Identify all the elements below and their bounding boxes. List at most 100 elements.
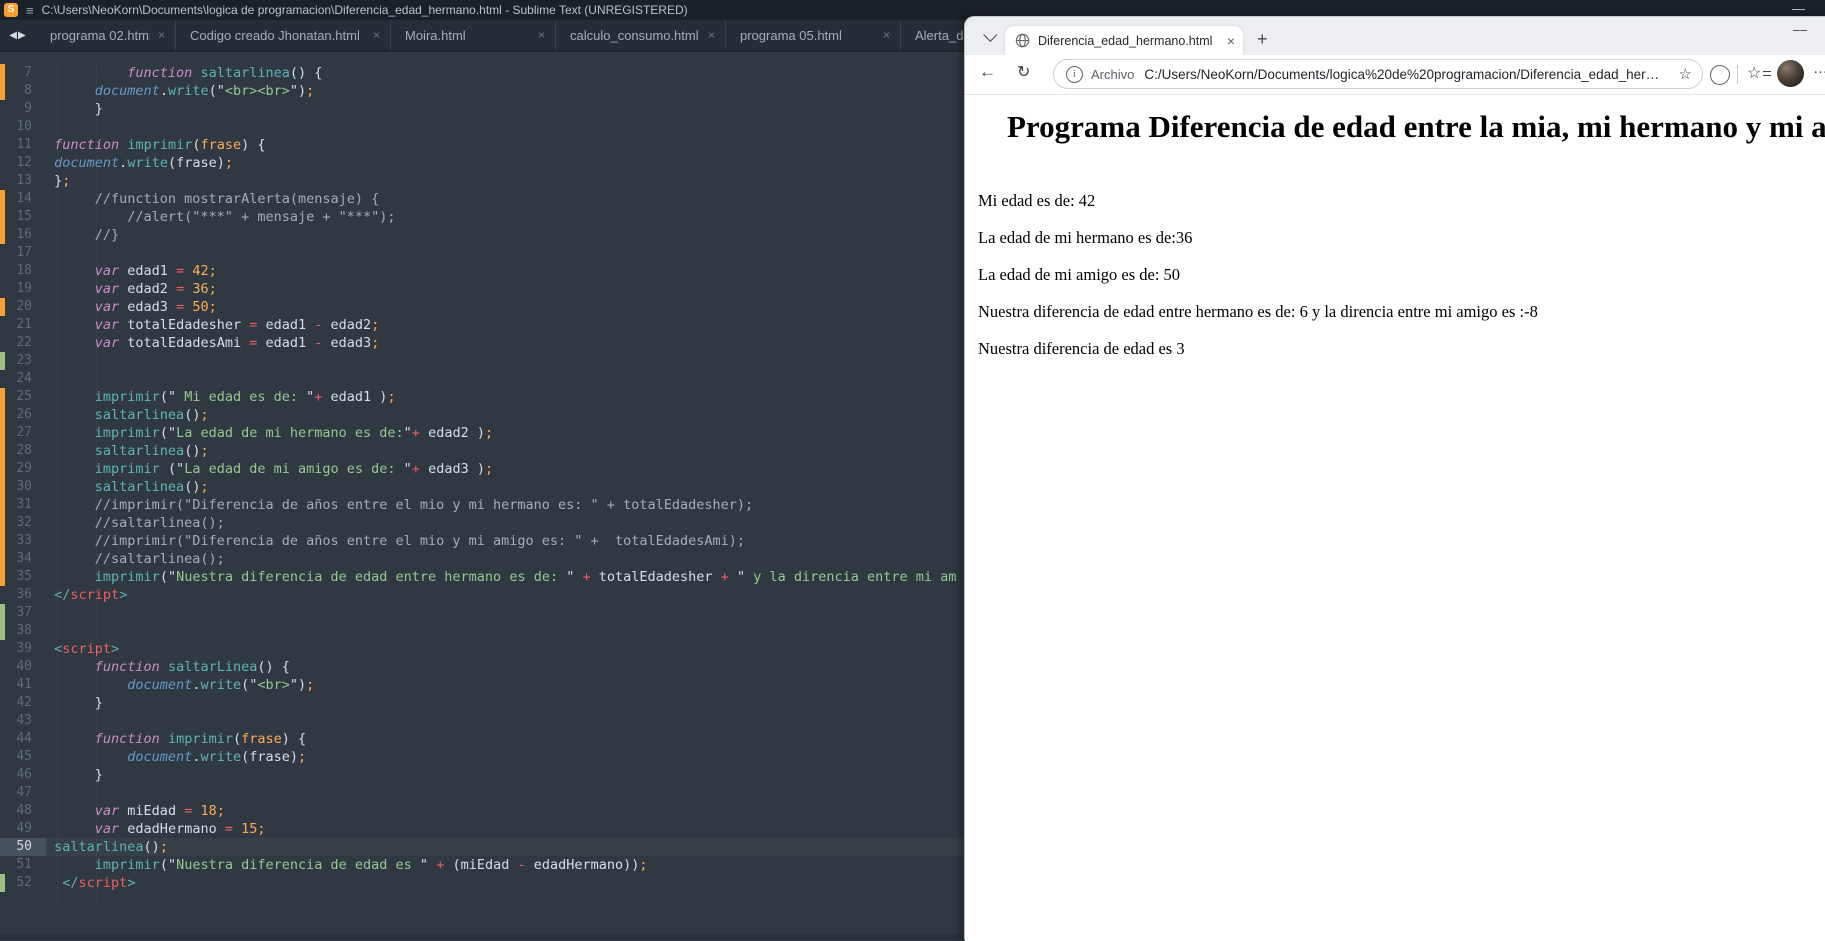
line-number: 12 [16, 155, 32, 170]
line-number: 14 [16, 191, 32, 206]
tab-close-icon[interactable]: × [883, 28, 890, 42]
tab-close-icon[interactable]: × [708, 28, 715, 42]
sublime-tab-label: Alerta_dif [915, 27, 970, 43]
sublime-tab-label: Moira.html [405, 27, 466, 43]
tab-search-button[interactable] [979, 25, 1003, 49]
address-url[interactable]: C:/Users/NeoKorn/Documents/logica%20de%2… [1144, 67, 1670, 82]
diff-modified-marker [0, 550, 5, 568]
output-paragraph: Nuestra diferencia de edad entre hermano… [978, 302, 1538, 321]
line-number: 48 [16, 803, 32, 818]
address-bar[interactable]: i Archivo C:/Users/NeoKorn/Documents/log… [1053, 59, 1703, 89]
tab-close-icon[interactable]: × [538, 28, 545, 42]
line-number: 36 [16, 587, 32, 602]
line-number: 47 [16, 785, 32, 800]
favorite-star-icon[interactable]: ☆ [1679, 65, 1692, 83]
line-number: 15 [16, 209, 32, 224]
sublime-tab-label: programa 02.html [50, 27, 150, 43]
diff-modified-marker [0, 82, 5, 100]
line-number: 28 [16, 443, 32, 458]
line-number: 46 [16, 767, 32, 782]
line-number: 16 [16, 227, 32, 242]
diff-modified-marker [0, 208, 5, 226]
diff-modified-marker [0, 298, 5, 316]
sublime-tab-label: programa 05.html [740, 27, 842, 43]
page-info-icon[interactable]: i [1066, 65, 1083, 83]
line-number: 37 [16, 605, 32, 620]
diff-modified-marker [0, 568, 5, 586]
menu-icon[interactable]: ≡ [26, 4, 34, 17]
address-scheme-label: Archivo [1091, 66, 1135, 82]
line-number: 7 [24, 65, 32, 80]
output-paragraph: Nuestra diferencia de edad es 3 [978, 339, 1185, 358]
line-number: 19 [16, 281, 32, 296]
tab-close-icon[interactable]: × [373, 28, 380, 42]
back-button[interactable]: ← [979, 62, 996, 82]
line-number: 43 [16, 713, 32, 728]
line-number: 11 [16, 137, 32, 152]
sublime-tab[interactable]: Moira.html × [391, 20, 556, 50]
favorites-button[interactable]: ☆ [1747, 63, 1772, 83]
diff-added-marker [0, 352, 5, 370]
line-number: 38 [16, 623, 32, 638]
line-number: 45 [16, 749, 32, 764]
line-number: 33 [16, 533, 32, 548]
tab-close-icon[interactable]: × [1227, 33, 1235, 49]
sublime-tab-label: Codigo creado Jhonatan.html [190, 27, 360, 43]
sublime-tab[interactable]: programa 05.html × [726, 20, 901, 50]
sublime-tab-label: calculo_consumo.html [570, 27, 699, 43]
output-paragraph: Mi edad es de: 42 [978, 191, 1096, 210]
favorites-lines-icon [1763, 70, 1772, 76]
line-number: 29 [16, 461, 32, 476]
line-number: 31 [16, 497, 32, 512]
line-number: 32 [16, 515, 32, 530]
diff-modified-marker [0, 514, 5, 532]
tab-scroll-arrows[interactable]: ◀▶ [0, 20, 36, 50]
browser-minimize-button[interactable]: — [1793, 21, 1807, 37]
line-number: 52 [16, 875, 32, 890]
browser-tabstrip: Diferencia_edad_hermano.html × + — [965, 17, 1825, 55]
window-title: C:\Users\NeoKorn\Documents\logica de pro… [41, 3, 688, 17]
new-tab-button[interactable]: + [1257, 30, 1268, 48]
browser-essentials-icon[interactable] [1710, 65, 1730, 85]
profile-avatar[interactable] [1777, 60, 1804, 87]
line-number: 8 [24, 83, 32, 98]
sublime-tab[interactable]: Codigo creado Jhonatan.html × [176, 20, 391, 50]
diff-modified-marker [0, 226, 5, 244]
diff-modified-marker [0, 424, 5, 442]
sublime-tab[interactable]: programa 02.html × [36, 20, 176, 50]
tab-close-icon[interactable]: × [158, 28, 165, 42]
refresh-button[interactable]: ↻ [1017, 62, 1030, 82]
settings-more-button[interactable]: … [1813, 60, 1825, 77]
sublime-tabs: programa 02.html × Codigo creado Jhonatan.… [36, 20, 1051, 50]
diff-added-marker [0, 874, 5, 892]
line-number: 40 [16, 659, 32, 674]
line-number: 39 [16, 641, 32, 656]
line-number: 25 [16, 389, 32, 404]
line-number: 20 [16, 299, 32, 314]
line-number: 42 [16, 695, 32, 710]
line-number: 44 [16, 731, 32, 746]
browser-tab-active[interactable]: Diferencia_edad_hermano.html × [1005, 26, 1243, 55]
line-number: 21 [16, 317, 32, 332]
line-number: 17 [16, 245, 32, 260]
chevron-down-icon [983, 27, 998, 42]
line-number: 26 [16, 407, 32, 422]
page-paragraphs: Mi edad es de: 42 La edad de mi hermano e… [965, 190, 1825, 359]
sublime-tab[interactable]: calculo_consumo.html × [556, 20, 726, 50]
line-number: 9 [24, 101, 32, 116]
line-number: 23 [16, 353, 32, 368]
rendered-page: Programa Diferencia de edad entre la mia… [965, 95, 1825, 941]
line-number: 51 [16, 857, 32, 872]
diff-modified-marker [0, 406, 5, 424]
line-number: 18 [16, 263, 32, 278]
globe-icon [1015, 33, 1030, 48]
diff-modified-marker [0, 460, 5, 478]
diff-modified-marker [0, 496, 5, 514]
line-number: 24 [16, 371, 32, 386]
line-number: 41 [16, 677, 32, 692]
line-number: 22 [16, 335, 32, 350]
diff-modified-marker [0, 64, 5, 82]
sublime-minimize-button[interactable]: — [1792, 1, 1805, 16]
line-number: 30 [16, 479, 32, 494]
diff-modified-marker [0, 532, 5, 550]
